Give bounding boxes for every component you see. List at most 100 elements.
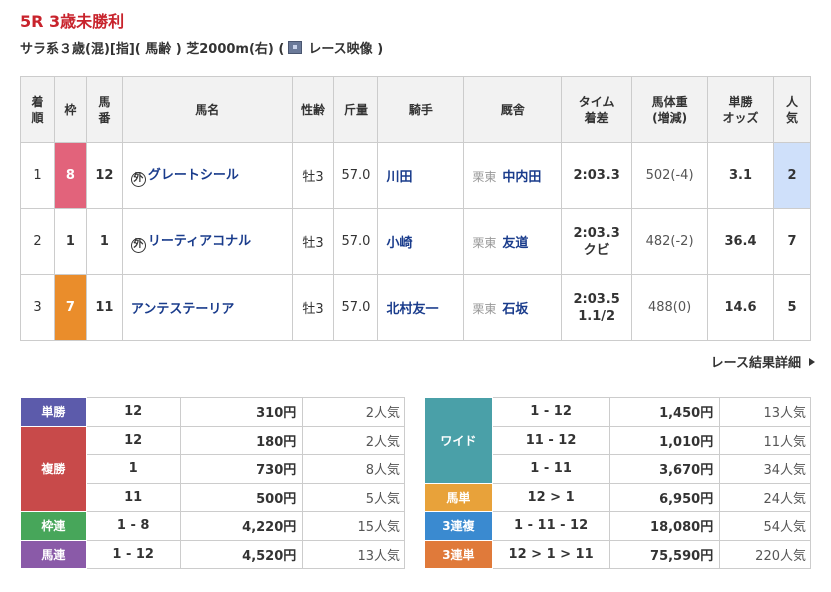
payout-amount: 180円 xyxy=(179,425,304,455)
payout-amount: 1,010円 xyxy=(609,425,721,455)
foreign-mark: 外 xyxy=(130,172,146,187)
finish-time: 2:03.5 xyxy=(573,291,620,307)
race-result-table: 着 順 枠 馬 番 馬名 性齢 斤量 騎手 厩舎 タイム 着差 馬体重 (増減)… xyxy=(20,76,812,341)
popularity: 7 xyxy=(772,208,812,275)
header-rank: 着 順 xyxy=(20,76,55,143)
payout-pop: 15人気 xyxy=(302,511,405,541)
horse-name[interactable]: リーティアコナル xyxy=(148,234,251,249)
payout-pop: 2人気 xyxy=(302,425,405,455)
header-odds: 単勝 オッズ xyxy=(707,76,774,143)
payout-pop: 13人気 xyxy=(302,539,405,569)
header-horse: 馬名 xyxy=(121,76,293,143)
payout-row-fukusho: 複勝 12 180円 2人気 xyxy=(20,425,405,512)
trainer-area: 栗東 xyxy=(472,236,497,250)
win-odds: 14.6 xyxy=(707,274,774,341)
payout-pop: 5人気 xyxy=(302,482,405,512)
trainer-cell: 栗東 中内田 xyxy=(463,142,563,209)
header-umaban: 馬 番 xyxy=(85,76,123,143)
jockey-link[interactable]: 北村友一 xyxy=(377,274,465,341)
finish-time: 2:03.3 xyxy=(573,225,620,241)
payout-pop: 34人気 xyxy=(719,454,811,484)
table-row: 1 8 12 外グレートシール 牡3 57.0 川田 栗東 中内田 2:03.3 … xyxy=(20,142,812,209)
race-conditions-text: サラ系３歳(混)[指]( 馬齢 ) 芝2000m(右) ( xyxy=(20,42,285,57)
body-weight: 482(-2) xyxy=(631,208,709,275)
payout-pop: 220人気 xyxy=(719,539,811,569)
payout-amount: 18,080円 xyxy=(609,511,721,541)
trainer-link[interactable]: 石坂 xyxy=(502,302,528,317)
race-result-detail-link[interactable]: レース結果詳細 xyxy=(711,352,815,371)
bet-type-umatan: 馬単 xyxy=(424,482,493,512)
payout-table-left: 単勝 12 310円 2人気 複勝 12 180円 2人気 1 730円 8人気… xyxy=(20,397,405,569)
payout-row-tansho: 単勝 12 310円 2人気 xyxy=(20,397,405,427)
payout-pop: 13人気 xyxy=(719,397,811,427)
kinryo: 57.0 xyxy=(333,274,379,341)
sex-age: 牡3 xyxy=(291,208,335,275)
bet-type-fukusho: 複勝 xyxy=(20,425,87,512)
umaban: 1 xyxy=(85,208,123,275)
horse-name[interactable]: グレートシール xyxy=(148,168,239,183)
foreign-mark: 外 xyxy=(130,238,146,253)
horse-name[interactable]: アンテステーリア xyxy=(131,302,234,317)
payout-row-sanrenpuku: 3連複 1 - 11 - 12 18,080円 54人気 xyxy=(424,511,811,541)
payout-row-wide: ワイド 1 - 12 1,450円 13人気 xyxy=(424,397,811,484)
payout-row-umatan: 馬単 12 > 1 6,950円 24人気 xyxy=(424,482,811,512)
jockey-link[interactable]: 小崎 xyxy=(377,208,465,275)
payout-row-sanrentan: 3連単 12 > 1 > 11 75,590円 220人気 xyxy=(424,539,811,569)
payout-pop: 8人気 xyxy=(302,454,405,484)
body-weight: 502(-4) xyxy=(631,142,709,209)
payout-row-umaren: 馬連 1 - 12 4,520円 13人気 xyxy=(20,539,405,569)
jockey-link[interactable]: 川田 xyxy=(377,142,465,209)
video-icon[interactable] xyxy=(288,41,303,54)
result-header-row: 着 順 枠 馬 番 馬名 性齢 斤量 騎手 厩舎 タイム 着差 馬体重 (増減)… xyxy=(20,76,812,143)
header-trainer: 厩舎 xyxy=(463,76,563,143)
race-conditions: サラ系３歳(混)[指]( 馬齢 ) 芝2000m(右) ( レース映像 ) xyxy=(20,38,383,57)
payout-combo: 1 - 12 xyxy=(491,397,611,427)
trainer-link[interactable]: 中内田 xyxy=(502,170,541,185)
horse-name-link[interactable]: 外リーティアコナル xyxy=(121,208,293,275)
time-cell: 2:03.5 1.1/2 xyxy=(561,274,633,341)
win-odds: 36.4 xyxy=(707,208,774,275)
umaban: 11 xyxy=(85,274,123,341)
detail-link-label[interactable]: レース結果詳細 xyxy=(711,356,801,371)
bet-type-umaren: 馬連 xyxy=(20,539,87,569)
bet-type-tansho: 単勝 xyxy=(20,397,87,427)
bet-type-sanrentan: 3連単 xyxy=(424,539,493,569)
popularity: 5 xyxy=(772,274,812,341)
time-cell: 2:03.3 xyxy=(561,142,633,209)
kinryo: 57.0 xyxy=(333,142,379,209)
payout-combo: 12 > 1 xyxy=(491,482,611,512)
payout-combo: 1 - 11 - 12 xyxy=(491,511,611,541)
payout-table-right: ワイド 1 - 12 1,450円 13人気 11 - 12 1,010円 11… xyxy=(424,397,811,569)
race-video-link[interactable]: レース映像 ) xyxy=(308,38,383,57)
payout-row-wakuren: 枠連 1 - 8 4,220円 15人気 xyxy=(20,511,405,541)
payout-pop: 2人気 xyxy=(302,397,405,427)
payout-amount: 3,670円 xyxy=(609,454,721,484)
payout-amount: 4,520円 xyxy=(179,539,304,569)
header-jockey: 騎手 xyxy=(377,76,465,143)
waku-badge: 8 xyxy=(53,142,87,209)
margin: クビ xyxy=(583,242,610,258)
trainer-area: 栗東 xyxy=(472,170,497,184)
win-odds: 3.1 xyxy=(707,142,774,209)
payout-combo: 1 xyxy=(85,454,181,484)
payout-pop: 11人気 xyxy=(719,425,811,455)
horse-name-link[interactable]: アンテステーリア xyxy=(121,274,293,341)
horse-name-link[interactable]: 外グレートシール xyxy=(121,142,293,209)
header-kinryo: 斤量 xyxy=(333,76,379,143)
payout-amount: 500円 xyxy=(179,482,304,512)
payout-combo: 12 > 1 > 11 xyxy=(491,539,611,569)
header-waku: 枠 xyxy=(53,76,87,143)
umaban: 12 xyxy=(85,142,123,209)
time-cell: 2:03.3 クビ xyxy=(561,208,633,275)
trainer-cell: 栗東 友道 xyxy=(463,208,563,275)
table-row: 3 7 11 アンテステーリア 牡3 57.0 北村友一 栗東 石坂 2:03.5… xyxy=(20,274,812,341)
waku-badge: 7 xyxy=(53,274,87,341)
finish-time: 2:03.3 xyxy=(573,168,620,183)
trainer-link[interactable]: 友道 xyxy=(502,236,528,251)
header-pop: 人 気 xyxy=(772,76,812,143)
rank: 2 xyxy=(20,208,55,275)
race-title: 5R 3歳未勝利 xyxy=(20,12,125,31)
payout-combo: 1 - 11 xyxy=(491,454,611,484)
header-time: タイム 着差 xyxy=(561,76,633,143)
payout-amount: 6,950円 xyxy=(609,482,721,512)
